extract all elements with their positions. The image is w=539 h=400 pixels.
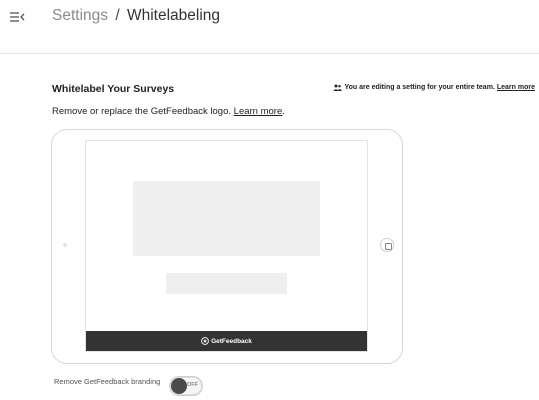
users-icon (333, 84, 343, 91)
team-note-learn-more-link[interactable]: Learn more (497, 84, 535, 91)
tablet-home-button-icon (380, 238, 394, 252)
branding-toggle-label: Remove GetFeedback branding (54, 377, 161, 386)
toggle-state-label: OFF (187, 382, 198, 388)
menu-collapse-icon[interactable] (9, 10, 25, 24)
team-note-text: You are editing a setting for your entir… (344, 84, 495, 91)
remove-branding-toggle[interactable]: OFF (169, 376, 203, 396)
tablet-preview: GetFeedback (51, 129, 403, 364)
getfeedback-logo-icon (201, 337, 209, 345)
branding-label: GetFeedback (211, 337, 252, 345)
breadcrumb-settings-link[interactable]: Settings (52, 7, 108, 24)
description-period: . (282, 106, 285, 117)
survey-preview-screen: GetFeedback (85, 140, 368, 352)
content-placeholder (133, 181, 320, 256)
button-placeholder (166, 273, 287, 294)
description-text: Remove or replace the GetFeedback logo. (52, 106, 232, 117)
breadcrumb: Settings / Whitelabeling (52, 7, 220, 25)
page-header: Settings / Whitelabeling (0, 0, 539, 54)
description-learn-more-link[interactable]: Learn more (234, 106, 283, 117)
section-description: Remove or replace the GetFeedback logo. … (52, 106, 285, 117)
toggle-knob (171, 378, 187, 394)
branding-footer: GetFeedback (86, 331, 367, 351)
team-setting-note: You are editing a setting for your entir… (333, 84, 535, 91)
tablet-camera (63, 243, 67, 247)
section-title: Whitelabel Your Surveys (52, 83, 175, 95)
breadcrumb-separator: / (115, 7, 120, 24)
page-title: Whitelabeling (126, 7, 221, 24)
